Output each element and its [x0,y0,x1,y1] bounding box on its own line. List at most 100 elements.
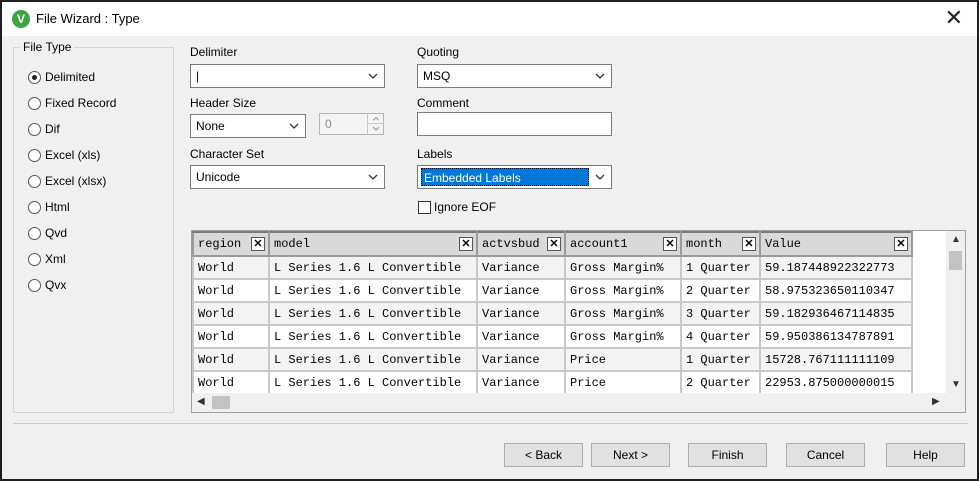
column-header-value[interactable]: Value ✕ [759,231,913,257]
radio-xml[interactable]: Xml [28,250,66,268]
header-row: region ✕ model ✕ actvsbud ✕ account1 ✕ month… [192,231,913,257]
checkbox-box[interactable] [418,200,431,214]
column-header-region[interactable]: region ✕ [192,231,270,257]
radio-button[interactable] [28,96,41,110]
comment-input[interactable] [417,112,612,136]
radio-button[interactable] [28,174,41,188]
table-cell: Variance [476,370,566,394]
table-cell: Variance [476,255,566,280]
column-title: actvsbud [482,237,540,251]
ignore-eof-label: Ignore EOF [434,200,497,214]
header-size-select[interactable]: None [190,114,306,138]
dialog-body: File Type Delimited Fixed Record Dif Exc… [2,36,977,479]
table-cell: L Series 1.6 L Convertible [268,278,478,303]
table-row: World L Series 1.6 L Convertible Varianc… [192,324,913,349]
radio-label: Xml [45,252,66,266]
horizontal-scrollbar[interactable]: ◀ ▶ [192,393,947,412]
spin-up-icon[interactable] [368,114,384,124]
data-preview-table[interactable]: region ✕ model ✕ actvsbud ✕ account1 ✕ month… [191,230,966,413]
remove-column-icon[interactable]: ✕ [742,237,756,251]
table-cell: Price [564,347,682,372]
table-row: World L Series 1.6 L Convertible Varianc… [192,370,913,394]
table-cell: L Series 1.6 L Convertible [268,301,478,326]
table-cell: 58.975323650110347 [759,278,913,303]
radio-label: Qvx [45,278,67,292]
radio-button[interactable] [28,70,41,84]
table-row: World L Series 1.6 L Convertible Varianc… [192,347,913,372]
table-cell: Price [564,370,682,394]
radio-button[interactable] [28,252,41,266]
radio-button[interactable] [28,278,41,292]
table-cell: 22953.875000000015 [759,370,913,394]
file-wizard-window: V File Wizard : Type ✕ File Type Delimit… [0,0,979,481]
radio-fixed-record[interactable]: Fixed Record [28,94,116,112]
quoting-label: Quoting [417,45,460,59]
column-header-model[interactable]: model ✕ [268,231,478,257]
next-button[interactable]: Next > [591,443,670,467]
scroll-up-icon[interactable]: ▲ [951,234,961,245]
spinner-value: 0 [325,117,332,131]
chevron-down-icon [368,174,378,180]
ignore-eof-checkbox[interactable]: Ignore EOF [418,200,496,214]
table-cell: World [192,324,270,349]
finish-button[interactable]: Finish [688,443,767,467]
chevron-down-icon [289,123,299,129]
header-size-value: None [196,119,225,133]
labels-label: Labels [417,147,453,161]
remove-column-icon[interactable]: ✕ [547,237,561,251]
help-button[interactable]: Help [886,443,965,467]
remove-column-icon[interactable]: ✕ [251,237,265,251]
column-title: account1 [570,237,628,251]
radio-label: Qvd [45,226,68,240]
labels-select[interactable]: Embedded Labels [417,165,612,189]
radio-excel-xls[interactable]: Excel (xls) [28,146,100,164]
table-cell: Variance [476,324,566,349]
column-title: model [274,237,311,251]
remove-column-icon[interactable]: ✕ [459,237,473,251]
table-cell: Gross Margin% [564,301,682,326]
scroll-right-icon[interactable]: ▶ [932,396,940,407]
radio-html[interactable]: Html [28,198,70,216]
window-title: File Wizard : Type [36,11,140,26]
character-set-select[interactable]: Unicode [190,165,385,189]
character-set-label: Character Set [190,147,265,161]
radio-delimited[interactable]: Delimited [28,68,95,86]
close-icon[interactable]: ✕ [945,6,963,30]
horizontal-scroll-thumb[interactable] [212,396,230,409]
cancel-button[interactable]: Cancel [786,443,865,467]
qlikview-logo-icon: V [12,10,30,28]
remove-column-icon[interactable]: ✕ [894,237,908,251]
quoting-select[interactable]: MSQ [417,64,612,88]
table-viewport: region ✕ model ✕ actvsbud ✕ account1 ✕ month… [192,231,947,394]
column-header-actvsbud[interactable]: actvsbud ✕ [476,231,566,257]
radio-excel-xlsx[interactable]: Excel (xlsx) [28,172,106,190]
chevron-down-icon [595,174,605,180]
radio-qvx[interactable]: Qvx [28,276,66,294]
scroll-left-icon[interactable]: ◀ [197,396,205,407]
table-cell: 1 Quarter [680,347,761,372]
radio-qvd[interactable]: Qvd [28,224,67,242]
table-cell: 59.187448922322773 [759,255,913,280]
radio-button[interactable] [28,148,41,162]
spin-down-icon[interactable] [368,124,384,134]
back-button[interactable]: < Back [504,443,583,467]
vertical-scrollbar[interactable]: ▲ ▼ [946,231,965,394]
vertical-scroll-thumb[interactable] [949,251,962,270]
radio-button[interactable] [28,226,41,240]
remove-column-icon[interactable]: ✕ [663,237,677,251]
delimiter-select[interactable]: | [190,64,385,88]
column-header-account1[interactable]: account1 ✕ [564,231,682,257]
preview-grid: region ✕ model ✕ actvsbud ✕ account1 ✕ month… [192,231,913,394]
table-cell: World [192,301,270,326]
column-title: Value [765,237,802,251]
radio-button[interactable] [28,122,41,136]
scroll-down-icon[interactable]: ▼ [951,379,961,390]
radio-button[interactable] [28,200,41,214]
column-title: month [686,237,723,251]
delimiter-value: | [196,69,200,83]
table-cell: Gross Margin% [564,324,682,349]
column-header-month[interactable]: month ✕ [680,231,761,257]
radio-label: Delimited [45,70,96,84]
header-size-spinner[interactable]: 0 [319,113,384,135]
radio-dif[interactable]: Dif [28,120,60,138]
